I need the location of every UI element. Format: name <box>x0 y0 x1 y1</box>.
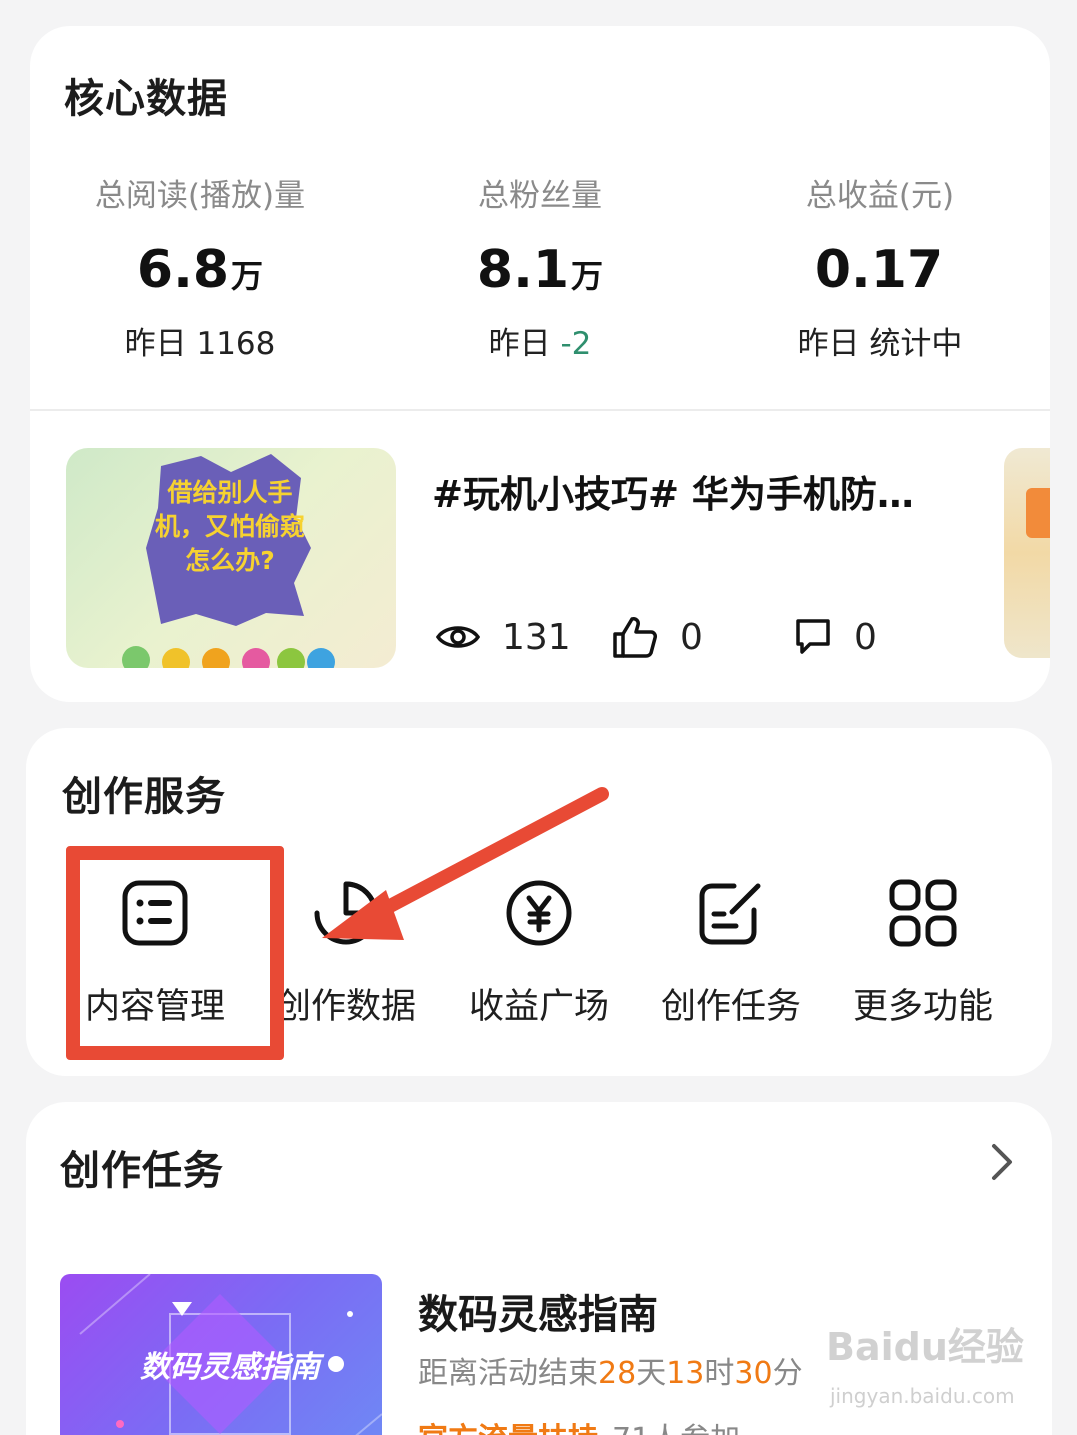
thumbs-up-icon <box>613 617 657 658</box>
video-title[interactable]: #玩机小技巧# 华为手机防… <box>432 464 992 518</box>
stat-yesterday-label: 昨日 <box>124 326 187 362</box>
stat-label: 总收益(元) <box>805 178 955 214</box>
stat-yesterday-value: 1168 <box>196 326 276 362</box>
stat-total-income[interactable]: 总收益(元) 0.17 昨日 统计中 <box>730 174 1030 366</box>
video-comments[interactable]: 0 <box>794 612 877 662</box>
countdown-hours-unit: 时 <box>704 1356 735 1391</box>
countdown-hours: 13 <box>666 1356 705 1391</box>
eye-icon <box>436 626 480 648</box>
creation-service-card: 创作服务 内容管理 创作数据 收益广场 创作任务 更多功能 <box>26 728 1052 1076</box>
next-thumbnail-art <box>1026 488 1050 538</box>
video-likes[interactable]: 0 <box>612 612 703 662</box>
video-thumbnail-text: 借给别人手机，又怕偷窥怎么办? <box>154 478 305 575</box>
comment-icon <box>796 619 830 654</box>
countdown-minutes: 30 <box>734 1356 773 1391</box>
task-participants: 71人参加 <box>612 1422 740 1435</box>
stat-unit: 万 <box>231 257 264 295</box>
service-label: 更多功能 <box>852 987 993 1027</box>
task-countdown: 距离活动结束28天13时30分 <box>418 1348 803 1392</box>
service-label: 创作任务 <box>660 987 801 1027</box>
next-video-thumbnail[interactable] <box>1004 448 1050 658</box>
views-count: 131 <box>502 616 571 658</box>
grid-icon <box>889 879 957 947</box>
pie-chart-icon <box>314 881 378 945</box>
baidu-watermark: Baidu经验 <box>826 1325 1024 1369</box>
stat-total-fans[interactable]: 总粉丝量 8.1万 昨日 -2 <box>390 174 690 366</box>
video-views: 131 <box>436 612 571 662</box>
stat-value: 8.1万 <box>390 240 690 300</box>
task-thumbnail-art: 数码灵感指南 <box>79 1274 382 1435</box>
stat-total-reads[interactable]: 总阅读(播放)量 6.8万 昨日 1168 <box>50 174 350 366</box>
service-income-plaza[interactable]: 收益广场 <box>444 878 634 1029</box>
stat-unit: 万 <box>571 257 604 295</box>
edit-icon <box>699 883 761 945</box>
stat-label: 总粉丝量 <box>478 178 602 214</box>
service-creation-tasks[interactable]: 创作任务 <box>636 878 826 1029</box>
video-thumbnail[interactable]: 借给别人手机，又怕偷窥怎么办? <box>66 448 396 668</box>
task-thumbnail-text: 数码灵感指南 <box>140 1350 320 1385</box>
video-thumbnail-art: 借给别人手机，又怕偷窥怎么办? <box>122 454 335 668</box>
stat-yesterday-value: 统计中 <box>869 326 963 362</box>
stat-value: 0.17 <box>730 240 1030 300</box>
stat-label: 总阅读(播放)量 <box>94 178 306 214</box>
yen-icon <box>506 880 572 946</box>
countdown-prefix: 距离活动结束 <box>418 1356 598 1391</box>
task-tag: 官方流量扶持 <box>418 1422 598 1435</box>
stat-number: 6.8 <box>136 240 230 300</box>
core-data-title: 核心数据 <box>64 76 228 122</box>
stat-yesterday-label: 昨日 <box>488 326 551 362</box>
task-thumbnail[interactable]: 数码灵感指南 <box>60 1274 382 1435</box>
countdown-minutes-unit: 分 <box>772 1356 803 1391</box>
task-extra: 官方流量扶持 71人参加 <box>418 1414 740 1435</box>
comments-count: 0 <box>854 616 877 658</box>
stat-yesterday: 昨日 统计中 <box>730 322 1030 366</box>
stat-yesterday: 昨日 1168 <box>50 322 350 366</box>
service-label: 收益广场 <box>468 987 609 1027</box>
likes-count: 0 <box>680 616 703 658</box>
divider <box>30 409 1050 411</box>
baidu-watermark-url: jingyan.baidu.com <box>830 1384 1015 1408</box>
chevron-right-icon[interactable] <box>982 1140 1022 1184</box>
countdown-days: 28 <box>598 1356 637 1391</box>
service-more-functions[interactable]: 更多功能 <box>828 878 1018 1029</box>
countdown-days-unit: 天 <box>636 1356 667 1391</box>
stat-yesterday-value: -2 <box>560 326 592 362</box>
creation-service-title: 创作服务 <box>62 774 226 820</box>
stat-yesterday: 昨日 -2 <box>390 322 690 366</box>
task-name[interactable]: 数码灵感指南 <box>418 1282 658 1340</box>
stat-number: 8.1 <box>476 240 570 300</box>
stat-yesterday-label: 昨日 <box>797 326 860 362</box>
highlight-box <box>66 846 284 1060</box>
creation-tasks-title: 创作任务 <box>60 1148 224 1194</box>
core-data-card: 核心数据 总阅读(播放)量 6.8万 昨日 1168 总粉丝量 8.1万 昨日 … <box>30 26 1050 702</box>
stat-number: 0.17 <box>814 240 944 300</box>
stat-value: 6.8万 <box>50 240 350 300</box>
